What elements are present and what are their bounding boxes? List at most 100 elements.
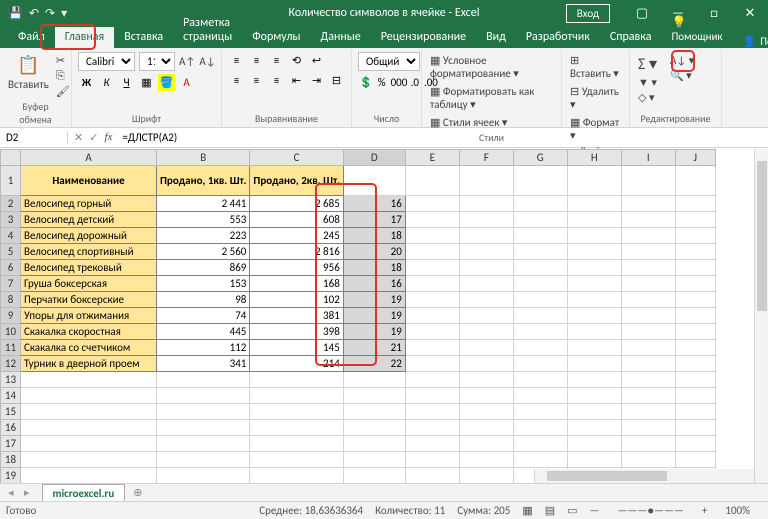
comma-icon[interactable]: 000 (390, 74, 407, 91)
row-header[interactable]: 5 (1, 244, 21, 260)
enter-formula-icon[interactable]: ✓ (89, 131, 98, 144)
row-header[interactable]: 6 (1, 260, 21, 276)
shrink-font-icon[interactable]: A↓ (199, 55, 215, 68)
view-layout-icon[interactable]: ▤ (545, 504, 555, 517)
cell[interactable]: Турник в дверной проем (21, 356, 157, 372)
format-as-table-button[interactable]: ▦ Форматировать как таблицу ▾ (430, 85, 553, 111)
cell[interactable]: Перчатки боксерские (21, 292, 157, 308)
row-header[interactable]: 2 (1, 196, 21, 212)
selected-cell[interactable]: 19 (343, 308, 405, 324)
cell[interactable]: Велосипед трековый (21, 260, 157, 276)
row-header[interactable]: 9 (1, 308, 21, 324)
row-header[interactable]: 3 (1, 212, 21, 228)
cancel-formula-icon[interactable]: ✕ (74, 131, 83, 144)
indent-inc-icon[interactable]: ⇥ (308, 72, 325, 89)
selected-cell[interactable]: 19 (343, 292, 405, 308)
selected-cell[interactable]: 16 (343, 196, 405, 212)
tab-view[interactable]: Вид (476, 27, 516, 48)
tab-layout[interactable]: Разметка страницы (173, 13, 242, 48)
header-cell[interactable]: Наименование (21, 166, 157, 196)
cell[interactable]: Скакалка со счетчиком (21, 340, 157, 356)
underline-button[interactable]: Ч (118, 74, 135, 91)
selected-cell[interactable]: 18 (343, 260, 405, 276)
align-middle-icon[interactable]: ≡ (248, 52, 265, 69)
col-header-d[interactable]: D (343, 150, 405, 166)
italic-button[interactable]: К (98, 74, 115, 91)
selected-cell[interactable]: 21 (343, 340, 405, 356)
ribbon-options-icon[interactable]: ▢ (624, 6, 660, 21)
save-icon[interactable]: 💾 (8, 6, 23, 21)
merge-button[interactable]: ⊟ (328, 72, 345, 89)
row-header[interactable]: 8 (1, 292, 21, 308)
col-header-h[interactable]: H (567, 150, 621, 166)
view-pagebreak-icon[interactable]: ▭ (567, 504, 577, 517)
row-header[interactable]: 11 (1, 340, 21, 356)
format-cells-button[interactable]: ▦ Формат ▾ (570, 116, 621, 142)
vertical-scrollbar[interactable] (754, 149, 768, 483)
share-button[interactable]: 👤 Поделиться (733, 35, 768, 48)
indent-dec-icon[interactable]: ⇤ (288, 72, 305, 89)
row-header[interactable]: 10 (1, 324, 21, 340)
autosum-button[interactable]: Σ ▾ (638, 54, 657, 74)
font-color-button[interactable]: A (178, 74, 195, 91)
border-button[interactable]: ▦ (138, 74, 155, 91)
wrap-text-button[interactable]: ↩ (308, 52, 325, 69)
delete-cells-button[interactable]: ⊟ Удалить ▾ (570, 85, 621, 111)
fill-color-button[interactable]: 🪣 (158, 74, 175, 91)
orientation-icon[interactable]: ⟲ (288, 52, 305, 69)
sheet-nav[interactable]: ◂ ▸ (0, 486, 42, 499)
col-header-f[interactable]: F (459, 150, 513, 166)
clear-button[interactable]: ◇ ▾ (638, 91, 657, 104)
redo-icon[interactable]: ↷ (45, 6, 55, 21)
spreadsheet-grid[interactable]: A B C D E F G H I J 1НаименованиеПродано… (0, 149, 716, 483)
find-select-button[interactable]: 🔍 ▾ (670, 69, 694, 82)
select-all-corner[interactable] (1, 150, 21, 166)
selected-cell[interactable]: 17 (343, 212, 405, 228)
tell-me[interactable]: 💡 Помощник (661, 12, 732, 48)
tab-formulas[interactable]: Формулы (242, 27, 310, 48)
grow-font-icon[interactable]: A↑ (179, 55, 195, 68)
quick-access-toolbar[interactable]: 💾 ↶ ↷ ▾ (8, 6, 67, 21)
align-left-icon[interactable]: ≡ (228, 72, 245, 89)
align-bottom-icon[interactable]: ≡ (268, 52, 285, 69)
currency-icon[interactable]: 💲 (358, 74, 374, 91)
tab-insert[interactable]: Вставка (114, 27, 173, 48)
cell[interactable]: Упоры для отжимания (21, 308, 157, 324)
view-normal-icon[interactable]: ▦ (522, 504, 532, 517)
undo-icon[interactable]: ↶ (29, 6, 39, 21)
align-top-icon[interactable]: ≡ (228, 52, 245, 69)
align-right-icon[interactable]: ≡ (268, 72, 285, 89)
copy-icon[interactable]: ⎘ (56, 69, 70, 83)
selected-cell[interactable]: 16 (343, 276, 405, 292)
cut-icon[interactable]: ✂ (56, 54, 70, 67)
sheet-tab[interactable]: microexcel.ru (42, 484, 126, 502)
sort-filter-button[interactable]: A↓ ▾ (670, 54, 694, 67)
format-painter-icon[interactable]: 🖌 (56, 85, 70, 98)
conditional-format-button[interactable]: ▦ Условное форматирование ▾ (430, 54, 553, 80)
font-name-select[interactable]: Calibri (78, 52, 135, 71)
add-sheet-button[interactable]: ⊕ (125, 486, 150, 499)
inc-decimal-icon[interactable]: .0 (410, 74, 420, 91)
insert-cells-button[interactable]: ⊞ Вставить ▾ (570, 54, 621, 80)
number-format-select[interactable]: Общий (358, 52, 420, 71)
align-center-icon[interactable]: ≡ (248, 72, 265, 89)
row-header[interactable]: 4 (1, 228, 21, 244)
col-header-i[interactable]: I (621, 150, 675, 166)
col-header-c[interactable]: C (250, 150, 343, 166)
percent-icon[interactable]: % (377, 74, 387, 91)
tab-home[interactable]: Главная (55, 27, 114, 48)
cell[interactable]: Велосипед горный (21, 196, 157, 212)
cell-styles-button[interactable]: ▦ Стили ячеек ▾ (430, 116, 553, 129)
paste-button[interactable]: 📋Вставить (6, 52, 51, 93)
col-header-e[interactable]: E (405, 150, 459, 166)
col-header-j[interactable]: J (675, 150, 715, 166)
fx-icon[interactable]: fx (104, 131, 112, 144)
cell[interactable]: Скакалка скоростная (21, 324, 157, 340)
font-size-select[interactable]: 11 (139, 52, 175, 71)
tab-help[interactable]: Справка (600, 27, 662, 48)
selected-cell[interactable]: 20 (343, 244, 405, 260)
cell[interactable]: Велосипед детский (21, 212, 157, 228)
bold-button[interactable]: Ж (78, 74, 95, 91)
cell[interactable]: Велосипед спортивный (21, 244, 157, 260)
tab-review[interactable]: Рецензирование (371, 27, 476, 48)
